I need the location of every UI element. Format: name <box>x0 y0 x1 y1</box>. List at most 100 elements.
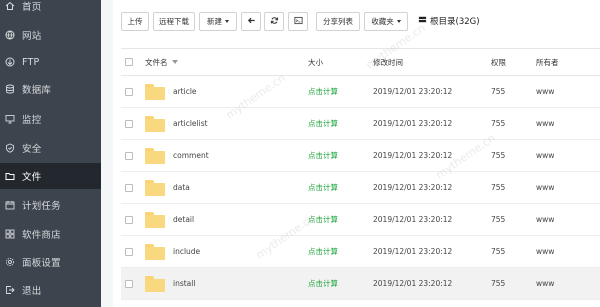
row-checkbox[interactable] <box>125 215 133 224</box>
arrow-left-icon <box>247 16 256 27</box>
home-icon <box>5 1 15 11</box>
permission[interactable]: 755 <box>491 140 505 171</box>
file-name[interactable]: install <box>173 268 195 299</box>
back-button[interactable] <box>241 12 261 31</box>
header-modified[interactable]: 修改时间 <box>373 49 403 75</box>
header-owner[interactable]: 所有者 <box>536 49 559 75</box>
sidebar-item-website[interactable]: 网站 <box>0 22 101 48</box>
sidebar: 首页 网站 FTP 数据库 监控 安全 文件 计划任务 软件商店 面板设置 退出 <box>0 0 101 307</box>
file-name[interactable]: articlelist <box>173 108 208 139</box>
terminal-button[interactable] <box>288 12 308 31</box>
modified-time: 2019/12/01 23:20:12 <box>373 279 453 288</box>
sidebar-item-label: 面板设置 <box>22 258 61 269</box>
folder-icon <box>145 115 165 132</box>
sidebar-item-logout[interactable]: 退出 <box>0 277 101 303</box>
share-list-button[interactable]: 分享列表 <box>316 12 360 31</box>
refresh-button[interactable] <box>264 12 284 31</box>
sidebar-item-label: 监控 <box>22 115 42 126</box>
folder-icon <box>145 275 165 292</box>
select-all-checkbox[interactable] <box>125 58 133 66</box>
ftp-icon <box>5 57 15 67</box>
sidebar-item-settings[interactable]: 面板设置 <box>0 249 101 275</box>
upload-button[interactable]: 上传 <box>121 12 149 31</box>
sidebar-item-label: 计划任务 <box>22 201 61 212</box>
row-checkbox[interactable] <box>125 87 133 96</box>
file-name[interactable]: detail <box>173 204 194 235</box>
refresh-icon <box>270 16 279 27</box>
folder-icon <box>145 147 165 164</box>
table-row[interactable]: detail 点击计算 2019/12/01 23:20:12 755 www <box>121 204 600 236</box>
calc-size-link[interactable]: 点击计算 <box>308 268 338 299</box>
sidebar-item-database[interactable]: 数据库 <box>0 76 101 102</box>
calc-size-link[interactable]: 点击计算 <box>308 108 338 139</box>
calendar-icon <box>5 200 15 210</box>
sidebar-item-label: 软件商店 <box>22 230 61 241</box>
table-row[interactable]: data 点击计算 2019/12/01 23:20:12 755 www <box>121 172 600 204</box>
favorites-button[interactable]: 收藏夹 <box>364 12 408 31</box>
header-permission[interactable]: 权限 <box>491 49 506 75</box>
calc-size-link[interactable]: 点击计算 <box>308 236 338 267</box>
calc-size-link[interactable]: 点击计算 <box>308 172 338 203</box>
permission[interactable]: 755 <box>491 76 505 107</box>
row-checkbox[interactable] <box>125 279 133 288</box>
row-checkbox[interactable] <box>125 151 133 160</box>
sidebar-item-label: FTP <box>22 56 40 68</box>
sidebar-item-label: 文件 <box>22 172 42 183</box>
permission[interactable]: 755 <box>491 204 505 235</box>
file-name[interactable]: include <box>173 236 200 267</box>
sidebar-item-label: 数据库 <box>22 85 52 96</box>
modified-time: 2019/12/01 23:20:12 <box>373 247 453 256</box>
globe-icon <box>5 30 15 40</box>
permission[interactable]: 755 <box>491 236 505 267</box>
file-name[interactable]: article <box>173 76 197 107</box>
sidebar-item-ftp[interactable]: FTP <box>0 49 101 75</box>
file-panel: 上传 远程下载 新建 分享列表 收藏夹 根目录(32G) 文件名 大小 修改时间… <box>113 0 600 307</box>
shield-icon <box>5 143 15 153</box>
row-checkbox[interactable] <box>125 183 133 192</box>
table-row[interactable]: include 点击计算 2019/12/01 23:20:12 755 www <box>121 236 600 268</box>
calc-size-link[interactable]: 点击计算 <box>308 204 338 235</box>
header-filename[interactable]: 文件名 <box>145 49 178 75</box>
sidebar-item-cron[interactable]: 计划任务 <box>0 192 101 218</box>
hard-drive-icon <box>418 15 430 27</box>
chevron-down-icon <box>225 20 229 23</box>
chevron-down-icon <box>396 20 401 23</box>
table-row[interactable]: comment 点击计算 2019/12/01 23:20:12 755 www <box>121 140 600 172</box>
file-name[interactable]: data <box>173 172 190 203</box>
header-size[interactable]: 大小 <box>308 49 323 75</box>
owner: www <box>536 279 555 288</box>
permission[interactable]: 755 <box>491 268 505 299</box>
sidebar-item-store[interactable]: 软件商店 <box>0 221 101 247</box>
permission[interactable]: 755 <box>491 172 505 203</box>
sidebar-item-label: 退出 <box>22 286 42 297</box>
file-name[interactable]: comment <box>173 140 209 171</box>
table-row[interactable]: articlelist 点击计算 2019/12/01 23:20:12 755… <box>121 108 600 140</box>
sidebar-item-security[interactable]: 安全 <box>0 135 101 161</box>
new-button[interactable]: 新建 <box>199 12 237 31</box>
sidebar-item-files[interactable]: 文件 <box>0 163 101 189</box>
permission[interactable]: 755 <box>491 108 505 139</box>
modified-time: 2019/12/01 23:20:12 <box>373 119 453 128</box>
calc-size-link[interactable]: 点击计算 <box>308 140 338 171</box>
row-checkbox[interactable] <box>125 247 133 256</box>
folder-icon <box>145 243 165 260</box>
terminal-icon <box>293 16 303 27</box>
file-table: 文件名 大小 修改时间 权限 所有者 article 点击计算 2019/12/… <box>121 48 600 307</box>
table-header: 文件名 大小 修改时间 权限 所有者 <box>121 49 600 76</box>
calc-size-link[interactable]: 点击计算 <box>308 76 338 107</box>
root-dir-info[interactable]: 根目录(32G) <box>418 14 480 28</box>
remote-download-button[interactable]: 远程下载 <box>153 12 195 31</box>
toolbar: 上传 远程下载 新建 分享列表 收藏夹 根目录(32G) <box>113 0 600 40</box>
folder-icon <box>145 83 165 100</box>
row-checkbox[interactable] <box>125 119 133 128</box>
modified-time: 2019/12/01 23:20:12 <box>373 151 453 160</box>
logout-icon <box>5 285 15 295</box>
sidebar-item-home[interactable]: 首页 <box>0 0 101 19</box>
store-icon <box>5 229 15 239</box>
sidebar-item-monitor[interactable]: 监控 <box>0 106 101 132</box>
modified-time: 2019/12/01 23:20:12 <box>373 183 453 192</box>
owner: www <box>536 215 555 224</box>
table-row[interactable]: install 点击计算 2019/12/01 23:20:12 755 www <box>121 268 600 300</box>
table-row[interactable]: article 点击计算 2019/12/01 23:20:12 755 www <box>121 76 600 108</box>
sidebar-item-label: 首页 <box>22 2 42 13</box>
